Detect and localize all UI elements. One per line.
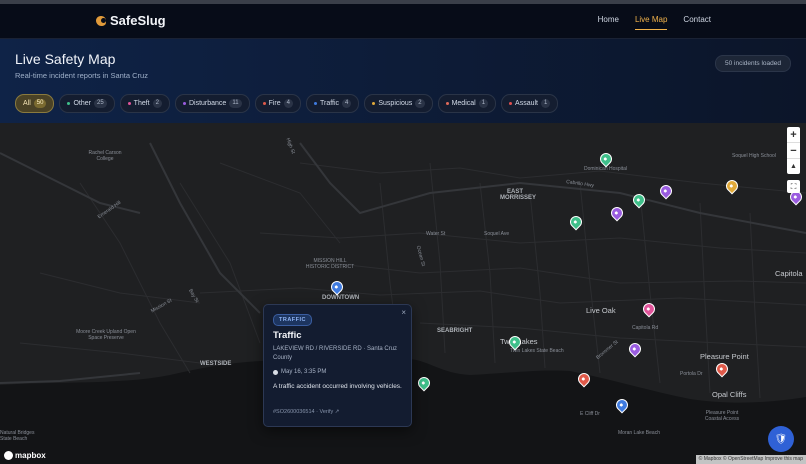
- filter-suspicious[interactable]: Suspicious 2: [364, 94, 433, 113]
- site-header: SafeSlug Home Live Map Contact: [0, 4, 806, 39]
- filter-count: 1: [541, 99, 551, 108]
- popup-description: A traffic accident occurred involving ve…: [273, 383, 402, 390]
- fullscreen-button[interactable]: ⛶: [787, 180, 800, 193]
- category-badge: TRAFFIC: [273, 314, 313, 326]
- safety-shield-button[interactable]: 🛡: [768, 426, 794, 452]
- map-attribution[interactable]: © Mapbox © OpenStreetMap Improve this ma…: [695, 455, 806, 464]
- theft-dot-icon: [127, 102, 131, 105]
- filter-label: Assault: [515, 100, 539, 107]
- label-live-oak: Live Oak: [586, 306, 616, 315]
- popup-address: LAKEVIEW RD / RIVERSIDE RD · Santa Cruz …: [273, 346, 398, 361]
- label-capitola: Capitola: [775, 269, 803, 278]
- filter-count: 2: [152, 99, 162, 108]
- assault-dot-icon: [509, 102, 513, 105]
- filter-label: Medical: [451, 100, 476, 107]
- disturbance-dot-icon: [182, 102, 186, 105]
- mapbox-wordmark: mapbox: [15, 451, 46, 460]
- filter-theft[interactable]: Theft 2: [119, 94, 170, 113]
- filter-label: Fire: [268, 100, 281, 107]
- traffic-dot-icon: [313, 102, 317, 105]
- filter-count: 2: [415, 99, 425, 108]
- other-dot-icon: [67, 102, 71, 105]
- filter-count: 4: [283, 99, 293, 108]
- label-westside: WESTSIDE: [200, 361, 232, 367]
- label-moore-creek: Moore Creek Upland Open Space Preserve: [76, 329, 136, 341]
- incident-popup: × TRAFFIC Traffic LAKEVIEW RD / RIVERSID…: [263, 304, 412, 427]
- label-opal-cliffs: Opal Cliffs: [712, 390, 747, 399]
- label-east-cliff: E Cliff Dr: [580, 411, 600, 417]
- label-soquel-ave: Soquel Ave: [484, 231, 510, 237]
- label-soquel-hs: Soquel High School: [732, 153, 776, 159]
- label-seabright: SEABRIGHT: [437, 328, 473, 334]
- filter-fire[interactable]: Fire 4: [254, 94, 301, 113]
- filter-count: 4: [342, 99, 352, 108]
- popup-time: May 16, 3:35 PM: [273, 369, 326, 375]
- filter-label: All: [23, 100, 31, 107]
- label-water-st: Water St: [426, 231, 446, 237]
- page-title: Live Safety Map: [15, 51, 116, 67]
- filter-count: 1: [478, 99, 489, 108]
- page-header: Live Safety Map Real-time incident repor…: [0, 39, 806, 123]
- filter-medical[interactable]: Medical 1: [437, 94, 497, 113]
- filter-count: 50: [33, 99, 47, 108]
- mapbox-logo[interactable]: mapbox: [4, 451, 46, 460]
- label-moran-lake: Moran Lake Beach: [618, 430, 660, 436]
- filter-label: Suspicious: [378, 100, 413, 107]
- filter-other[interactable]: Other 25: [59, 94, 115, 113]
- label-natural-bridges: Natural Bridges State Beach: [0, 430, 35, 442]
- suspicious-dot-icon: [372, 102, 376, 105]
- popup-time-text: May 16, 3:35 PM: [281, 369, 327, 375]
- fire-dot-icon: [262, 102, 266, 105]
- nav-live-map[interactable]: Live Map: [634, 15, 668, 30]
- mapbox-icon: [4, 451, 13, 460]
- filter-count: 11: [229, 99, 242, 108]
- slug-logo-icon: [96, 15, 106, 26]
- clock-icon: [273, 369, 278, 375]
- filter-label: Disturbance: [188, 100, 227, 107]
- incidents-loaded-badge: 50 incidents loaded: [714, 55, 791, 72]
- logo[interactable]: SafeSlug: [96, 13, 166, 28]
- label-portola-dr: Portola Dr: [680, 371, 703, 377]
- label-twin-lakes-beach: Twin Lakes State Beach: [510, 348, 564, 354]
- label-downtown: DOWNTOWN: [322, 295, 360, 301]
- medical-dot-icon: [445, 102, 449, 105]
- popup-close-button[interactable]: ×: [401, 308, 406, 317]
- label-pleasure-point: Pleasure Point: [700, 352, 749, 361]
- zoom-in-button[interactable]: +: [787, 127, 800, 143]
- filter-disturbance[interactable]: Disturbance 11: [174, 94, 250, 113]
- label-pleasure-point-park: Pleasure Point Coastal Access: [704, 410, 740, 422]
- page-subtitle: Real-time incident reports in Santa Cruz: [15, 71, 148, 80]
- label-mission-hill: MISSION HILL HISTORIC DISTRICT: [305, 258, 355, 270]
- compass-button[interactable]: ▲: [787, 159, 800, 174]
- app-name: SafeSlug: [110, 13, 166, 28]
- label-east-morrissey: EAST MORRISSEY: [500, 189, 537, 201]
- popup-case-verify-link[interactable]: #SO2600036514 · Verify ↗: [273, 409, 339, 415]
- label-capitola-rd: Capitola Rd: [632, 325, 659, 331]
- filter-label: Traffic: [319, 100, 340, 107]
- filter-label: Theft: [133, 100, 150, 107]
- nav-contact[interactable]: Contact: [683, 15, 711, 24]
- category-filters: All 50 Other 25 Theft 2 Disturbance 11 F…: [15, 94, 559, 113]
- main-nav: Home Live Map Contact: [598, 15, 711, 30]
- popup-title: Traffic: [273, 330, 302, 341]
- map-zoom-controls: + − ▲: [787, 127, 800, 174]
- zoom-out-button[interactable]: −: [787, 143, 800, 159]
- filter-label: Other: [73, 100, 91, 107]
- nav-home[interactable]: Home: [598, 15, 619, 24]
- shield-icon: 🛡: [774, 433, 788, 445]
- filter-all[interactable]: All 50: [15, 94, 55, 113]
- label-rachel-carson: Rachel Carson College: [88, 150, 122, 162]
- filter-count: 25: [93, 99, 107, 108]
- filter-assault[interactable]: Assault 1: [501, 94, 559, 113]
- filter-traffic[interactable]: Traffic 4: [305, 94, 360, 113]
